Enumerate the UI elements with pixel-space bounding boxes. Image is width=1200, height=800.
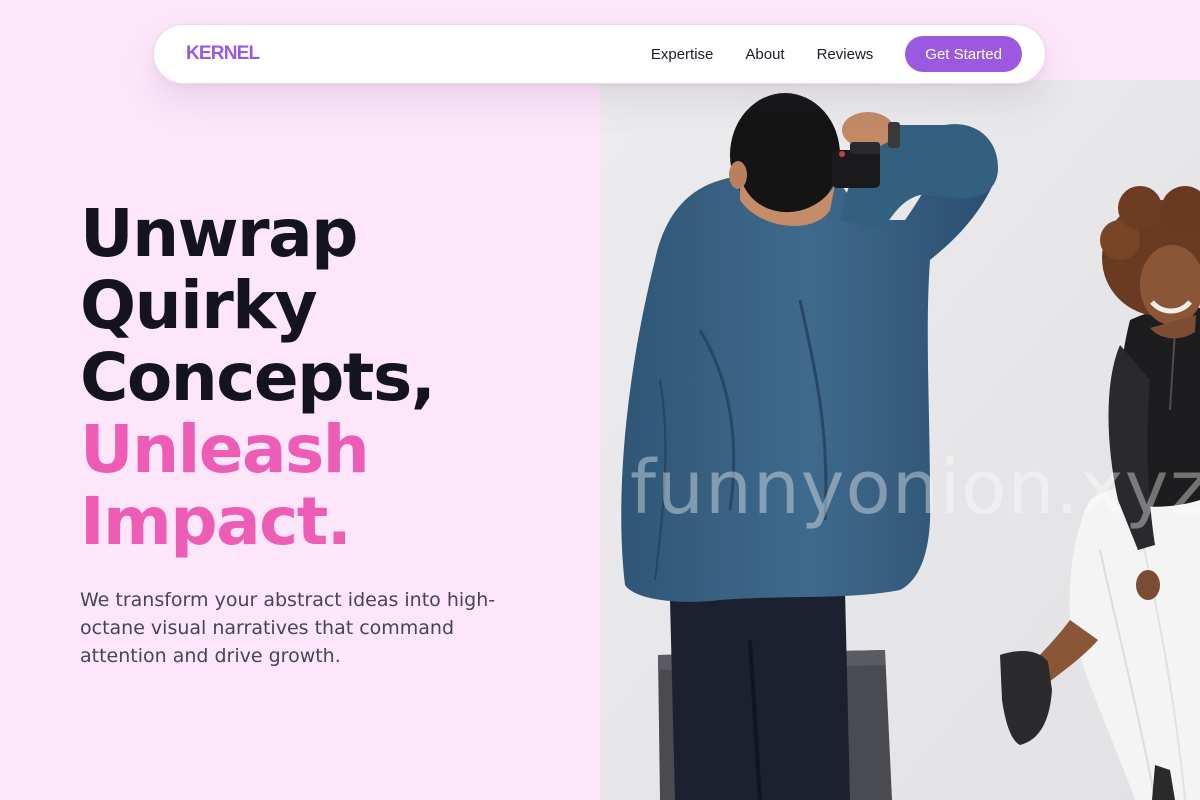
headline-accent-line: Unleash [80, 411, 370, 488]
landing-page: funnyonion.xyz KERNEL Expertise About Re… [0, 0, 1200, 800]
nav-link-about[interactable]: About [745, 46, 784, 63]
brand-logo[interactable]: KERNEL [186, 43, 260, 65]
headline-line: Unwrap [80, 195, 358, 272]
hero-photo: funnyonion.xyz [600, 80, 1200, 800]
headline-line: Quirky [80, 267, 318, 344]
headline-accent-line: Impact. [80, 483, 352, 560]
nav-links: Expertise About Reviews [651, 46, 873, 63]
camera [832, 150, 880, 188]
hero-copy: Unwrap Quirky Concepts, Unleash Impact. … [80, 198, 580, 670]
nav-link-reviews[interactable]: Reviews [817, 46, 874, 63]
hero-subtext: We transform your abstract ideas into hi… [80, 589, 496, 667]
nav-link-expertise[interactable]: Expertise [651, 46, 714, 63]
top-navbar: KERNEL Expertise About Reviews Get Start… [153, 24, 1046, 84]
get-started-button[interactable]: Get Started [905, 36, 1022, 72]
headline-line: Concepts, [80, 339, 436, 416]
hero-headline: Unwrap Quirky Concepts, Unleash Impact. [80, 198, 580, 558]
